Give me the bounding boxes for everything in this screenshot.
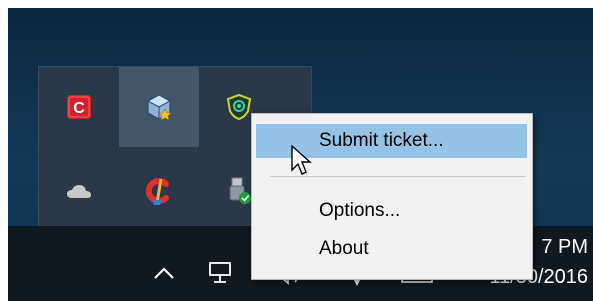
- tray-item-onedrive[interactable]: [39, 151, 119, 231]
- menu-item-about[interactable]: About: [256, 232, 527, 266]
- network-icon[interactable]: [208, 261, 234, 285]
- tray-item-comodo[interactable]: C: [39, 67, 119, 147]
- svg-text:C: C: [73, 100, 85, 117]
- menu-item-label: About: [319, 238, 369, 259]
- usb-safely-remove-icon: [229, 177, 251, 204]
- menu-item-label: Submit ticket...: [319, 130, 444, 151]
- virtualbox-icon: [146, 94, 172, 121]
- menu-item-options[interactable]: Options...: [256, 194, 527, 228]
- onedrive-icon: [67, 185, 91, 198]
- ccleaner-icon: [145, 178, 169, 205]
- tray-context-menu: Submit ticket... Options... About: [251, 113, 533, 280]
- menu-item-label: Options...: [319, 200, 401, 221]
- mouse-pointer-icon: [291, 144, 312, 175]
- tray-item-ccleaner[interactable]: [119, 151, 199, 231]
- comodo-icon: C: [67, 95, 91, 119]
- desktop-screen: C 7 PM 11/30/2016 Submit ticket... Optio…: [8, 8, 593, 301]
- show-hidden-icons-chevron-up-icon[interactable]: [153, 266, 175, 280]
- shield-eye-icon: [226, 93, 252, 121]
- tray-item-virtualbox[interactable]: [119, 67, 199, 147]
